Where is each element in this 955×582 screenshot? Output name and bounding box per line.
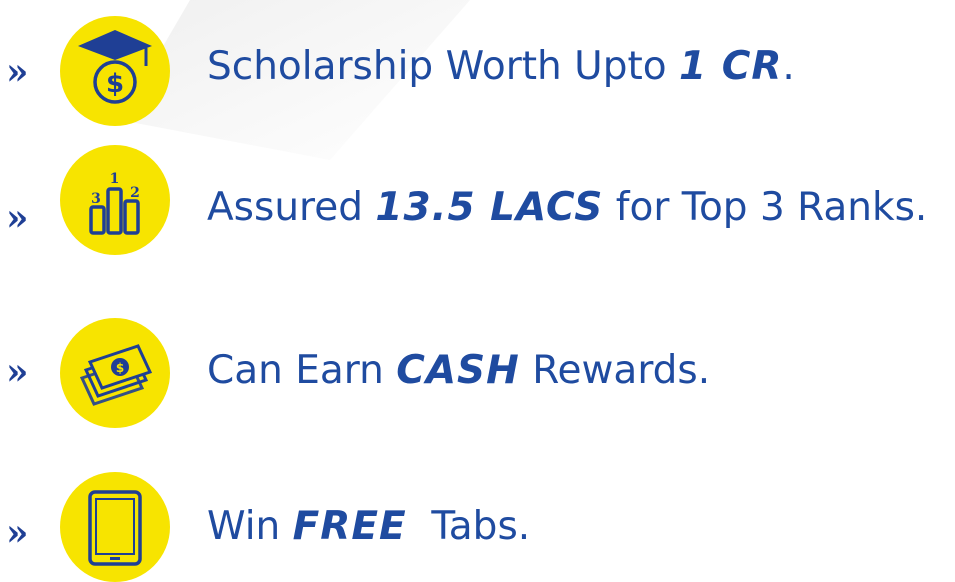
bullet-chevron: »: [6, 351, 29, 393]
feature-suffix: Tabs.: [406, 504, 531, 549]
svg-text:$: $: [116, 361, 124, 375]
feature-highlight: 13.5 LACS: [375, 185, 604, 230]
feature-highlight: 1 CR: [679, 44, 783, 89]
podium-label-1: 1: [110, 171, 120, 187]
feature-row-cash: » $ Can Earn CASH Rewards.: [0, 300, 955, 428]
bullet-chevron: »: [6, 512, 29, 554]
feature-prefix: Scholarship Worth Upto: [207, 44, 679, 89]
feature-suffix: .: [782, 44, 795, 89]
feature-suffix: Rewards.: [519, 348, 711, 393]
feature-row-scholarship: » $ Scholarship Worth Upto 1 CR.: [0, 12, 955, 126]
svg-text:$: $: [106, 69, 124, 99]
feature-row-ranks: » 1 2 3 Assured 13.5 LACS for Top 3 Rank…: [0, 145, 955, 255]
feature-highlight: FREE: [292, 504, 407, 549]
feature-prefix: Assured: [207, 185, 376, 230]
podium-label-3: 3: [91, 191, 101, 207]
feature-prefix: Win: [207, 504, 293, 549]
icon-badge: 1 2 3: [60, 145, 170, 255]
cash-bills-icon: $: [79, 344, 153, 406]
icon-badge: $: [60, 16, 170, 126]
tablet-icon: [88, 490, 142, 566]
feature-text-scholarship: Scholarship Worth Upto 1 CR.: [207, 42, 795, 92]
feature-highlight: CASH: [396, 348, 520, 393]
podium-ranks-icon: 1 2 3: [89, 171, 140, 235]
feature-suffix: for Top 3 Ranks.: [603, 185, 928, 230]
icon-badge: [60, 472, 170, 582]
feature-text-ranks: Assured 13.5 LACS for Top 3 Ranks.: [207, 183, 927, 233]
feature-row-tabs: » Win FREE Tabs.: [0, 460, 955, 582]
feature-text-cash: Can Earn CASH Rewards.: [207, 346, 710, 396]
feature-prefix: Can Earn: [207, 348, 397, 393]
icon-badge: $: [60, 318, 170, 428]
bullet-chevron: »: [6, 197, 29, 239]
feature-text-tabs: Win FREE Tabs.: [207, 502, 530, 552]
bullet-chevron: »: [6, 51, 29, 93]
graduation-dollar-icon: $: [78, 30, 152, 104]
podium-label-2: 2: [130, 185, 140, 201]
